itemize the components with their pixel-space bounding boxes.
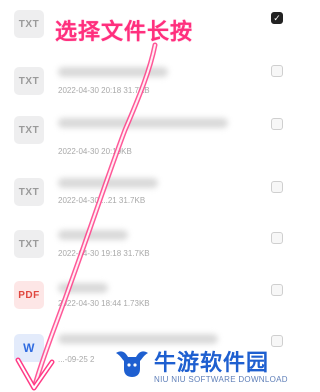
- watermark-subtitle: NIU NIU SOFTWARE DOWNLOAD: [154, 375, 288, 384]
- instruction-annotation: 选择文件长按: [55, 19, 194, 44]
- watermark: 牛游软件园 NIU NIU SOFTWARE DOWNLOAD: [112, 345, 300, 391]
- long-press-arrow: [15, 42, 158, 391]
- bull-logo-icon: [116, 351, 148, 377]
- watermark-title: 牛游软件园: [154, 350, 270, 375]
